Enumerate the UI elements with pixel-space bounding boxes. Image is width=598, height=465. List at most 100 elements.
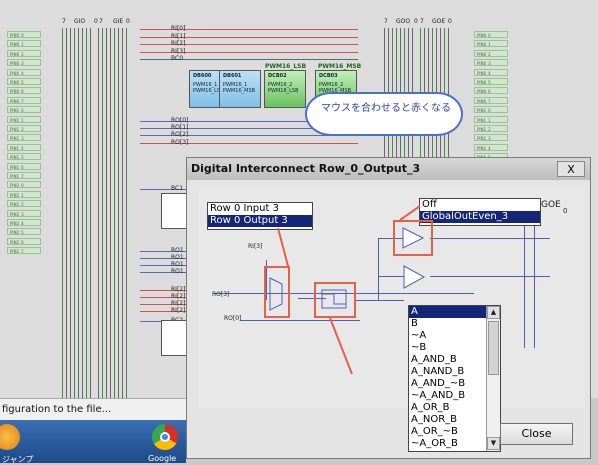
chrome-icon[interactable] xyxy=(152,424,178,450)
pin-label[interactable]: PIN1_1 xyxy=(474,115,508,123)
output-option[interactable]: Off xyxy=(420,199,540,211)
ro0-label: RO[0] xyxy=(224,315,242,322)
bus-line xyxy=(98,28,99,398)
logic-option[interactable]: B xyxy=(409,318,486,330)
input-select-dropdown[interactable]: Row 0 Input 3 Row 0 Output 3 xyxy=(207,202,313,230)
goe-bus-2 xyxy=(534,218,535,348)
dialog-titlebar[interactable]: Digital Interconnect Row_0_Output_3 X xyxy=(187,158,590,180)
pin-label[interactable]: PIN1_2 xyxy=(474,125,508,132)
pin-label[interactable]: PIN1_3 xyxy=(7,134,41,142)
pin-label[interactable]: PIN1_2 xyxy=(7,125,41,132)
bus-label: 7 xyxy=(420,18,424,25)
pin-label[interactable]: PIN2_5 xyxy=(7,228,41,236)
scroll-down-icon[interactable]: ▼ xyxy=(487,437,500,450)
pin-label[interactable]: PIN1_0 xyxy=(7,106,41,114)
net-label: RI[2] xyxy=(171,300,186,307)
logic-option[interactable]: A xyxy=(409,306,486,318)
digital-block-dcb02[interactable]: DCB02 PWM16_2 PWM16_LSB xyxy=(264,70,306,108)
logic-option[interactable]: A_NOR_B xyxy=(409,414,486,426)
taskbar-label: ジャンプ xyxy=(2,455,34,464)
net-label: RI[2] xyxy=(171,293,186,300)
pin-label[interactable]: PIN0_6 xyxy=(474,87,508,95)
logic-option[interactable]: ~A_OR_B xyxy=(409,438,486,450)
pin-label[interactable]: PIN2_1 xyxy=(7,190,41,198)
pin-label[interactable]: PIN0_4 xyxy=(474,68,508,76)
buffer-icon-2[interactable] xyxy=(400,264,430,290)
dialog-title: Digital Interconnect Row_0_Output_3 xyxy=(191,162,421,175)
lut-block[interactable] xyxy=(161,193,187,229)
pin-label[interactable]: PIN0_5 xyxy=(474,78,508,85)
net-label: BC0 xyxy=(171,55,184,63)
logic-options[interactable]: A B ~A ~B A_AND_B A_NAND_B A_AND_~B ~A_AND_B A_O… xyxy=(409,306,486,451)
bus-line xyxy=(114,28,115,398)
ro3-label: RO[3] xyxy=(212,291,230,298)
output-option-selected[interactable]: GlobalOutEven_3 xyxy=(420,211,540,223)
lut-block[interactable] xyxy=(161,320,187,356)
scroll-thumb[interactable] xyxy=(488,321,499,375)
scroll-up-icon[interactable]: ▲ xyxy=(487,306,500,319)
pin-label[interactable]: PIN2_4 xyxy=(7,219,41,226)
goe-bus xyxy=(524,218,525,348)
net-label: RI[2] xyxy=(171,286,186,293)
interconnect-diagram: Row 0 Input 3 Row 0 Output 3 Off GlobalO… xyxy=(198,188,585,408)
pin-label[interactable]: PIN1_5 xyxy=(7,153,41,161)
mux-highlight[interactable] xyxy=(264,266,290,318)
pin-label[interactable]: PIN2_2 xyxy=(7,200,41,208)
pin-label[interactable]: PIN0_3 xyxy=(7,59,41,67)
pin-label[interactable]: PIN0_4 xyxy=(7,68,41,76)
buffer-highlight[interactable] xyxy=(393,220,433,256)
logic-option[interactable]: A_NAND_B xyxy=(409,366,486,378)
close-button[interactable]: Close xyxy=(500,423,573,445)
pin-label[interactable]: PIN2_0 xyxy=(7,181,41,189)
net-label: BC1 xyxy=(171,185,184,192)
net-label: RO1 xyxy=(171,247,184,254)
pin-label[interactable]: PIN0_6 xyxy=(7,87,41,95)
pin-label[interactable]: PIN0_0 xyxy=(474,31,508,38)
net-label: RI[0] xyxy=(171,25,186,32)
bus-line xyxy=(102,28,103,398)
logic-option[interactable]: ~B xyxy=(409,342,486,354)
input-option-selected[interactable]: Row 0 Output 3 xyxy=(208,215,312,227)
bus-line xyxy=(118,28,119,398)
logic-option[interactable]: A_AND_~B xyxy=(409,378,486,390)
logic-function-list[interactable]: A B ~A ~B A_AND_B A_NAND_B A_AND_~B ~A_AND_B A_O… xyxy=(408,305,501,452)
pin-label[interactable]: PIN1_6 xyxy=(7,162,41,170)
digital-block-db601[interactable]: DB601 PWM16_1 PWM16_MSB xyxy=(219,70,261,108)
pin-label[interactable]: PIN2_3 xyxy=(7,209,41,217)
pin-label[interactable]: PIN1_4 xyxy=(474,143,508,151)
pin-label[interactable]: PIN1_7 xyxy=(7,172,41,179)
pin-label[interactable]: PIN0_7 xyxy=(7,96,41,104)
pin-label[interactable]: PIN1_3 xyxy=(474,134,508,142)
pin-label[interactable]: PIN0_3 xyxy=(474,59,508,67)
input-option[interactable]: Row 0 Input 3 xyxy=(208,203,312,215)
close-icon[interactable]: X xyxy=(557,161,585,177)
pin-label[interactable]: PIN0_2 xyxy=(474,49,508,57)
pin-label[interactable]: PIN0_0 xyxy=(7,31,41,38)
net-label: RI[2] xyxy=(171,40,186,48)
taskbar: ジャンプ Google xyxy=(0,420,186,464)
pin-label[interactable]: PIN2_7 xyxy=(7,247,41,255)
pin-label[interactable]: PIN1_4 xyxy=(7,143,41,151)
pin-label[interactable]: PIN0_2 xyxy=(7,49,41,57)
logic-option[interactable]: ~A_AND_B xyxy=(409,390,486,402)
net-label: RO1 xyxy=(171,261,184,268)
pin-label[interactable]: PIN0_1 xyxy=(7,40,41,48)
pin-label[interactable]: PIN0_5 xyxy=(7,78,41,85)
pin-label[interactable]: PIN0_1 xyxy=(474,40,508,48)
list-scrollbar[interactable]: ▲ ▼ xyxy=(486,306,500,451)
logic-option[interactable]: A_OR_~B xyxy=(409,426,486,438)
lut-highlight[interactable] xyxy=(314,282,356,318)
block-label-2: PWM16_LSB xyxy=(268,88,299,94)
logic-option[interactable]: A_AND_B xyxy=(409,354,486,366)
pin-label[interactable]: PIN1_0 xyxy=(474,106,508,114)
pin-label[interactable]: PIN2_6 xyxy=(7,237,41,245)
bus-line xyxy=(66,28,67,398)
pin-label[interactable]: PIN0_7 xyxy=(474,96,508,104)
logic-option[interactable]: ~A xyxy=(409,330,486,342)
pin-label[interactable]: PIN1_1 xyxy=(7,115,41,123)
app-icon[interactable] xyxy=(0,424,20,450)
block-label-2: PWM16_MSB xyxy=(223,88,256,94)
lut-out-wire xyxy=(356,300,404,301)
logic-option[interactable]: A_OR_B xyxy=(409,402,486,414)
output-select-dropdown[interactable]: Off GlobalOutEven_3 xyxy=(419,198,541,226)
